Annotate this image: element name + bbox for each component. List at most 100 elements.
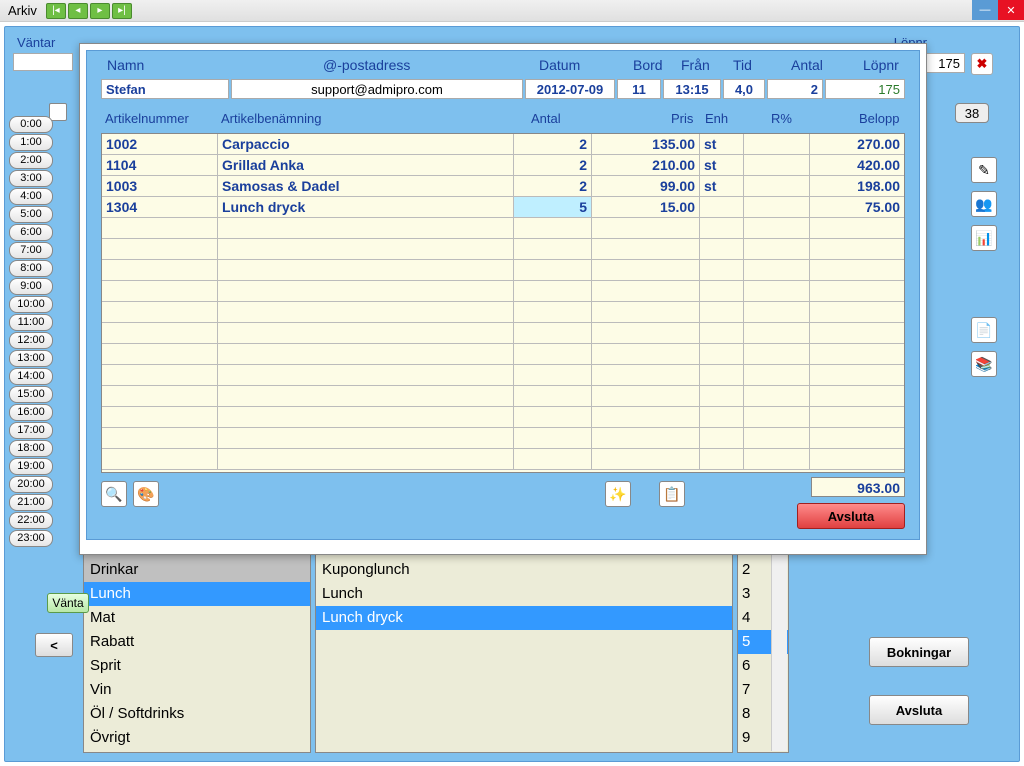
search-icon[interactable]: 🔍 bbox=[101, 481, 127, 507]
cell-enh[interactable] bbox=[700, 365, 744, 385]
cell-belopp[interactable] bbox=[810, 323, 904, 343]
time-button[interactable]: 6:00 bbox=[9, 224, 53, 241]
cell-enh[interactable] bbox=[700, 344, 744, 364]
cell-pris[interactable]: 135.00 bbox=[592, 134, 700, 154]
cell-r[interactable] bbox=[744, 134, 810, 154]
table-row[interactable] bbox=[102, 260, 904, 281]
cell-name[interactable] bbox=[218, 344, 514, 364]
table-row[interactable]: 1304Lunch dryck515.0075.00 bbox=[102, 197, 904, 218]
val-lopnr[interactable]: 175 bbox=[825, 79, 905, 99]
cell-enh[interactable] bbox=[700, 386, 744, 406]
list-item[interactable]: Lunch bbox=[316, 582, 732, 606]
table-row[interactable]: 1104Grillad Anka2210.00st420.00 bbox=[102, 155, 904, 176]
cell-belopp[interactable]: 75.00 bbox=[810, 197, 904, 217]
people-icon[interactable]: 👥 bbox=[971, 191, 997, 217]
cell-enh[interactable] bbox=[700, 302, 744, 322]
cell-belopp[interactable]: 198.00 bbox=[810, 176, 904, 196]
cell-belopp[interactable]: 270.00 bbox=[810, 134, 904, 154]
val-epost[interactable]: support@admipro.com bbox=[231, 79, 523, 99]
cell-r[interactable] bbox=[744, 155, 810, 175]
list-item[interactable]: Övrigt bbox=[84, 726, 310, 750]
cell-r[interactable] bbox=[744, 197, 810, 217]
cell-art[interactable] bbox=[102, 260, 218, 280]
table-row[interactable] bbox=[102, 407, 904, 428]
time-button[interactable]: 1:00 bbox=[9, 134, 53, 151]
cell-belopp[interactable] bbox=[810, 344, 904, 364]
time-button[interactable]: 4:00 bbox=[9, 188, 53, 205]
table-row[interactable]: 1002Carpaccio2135.00st270.00 bbox=[102, 134, 904, 155]
list-item[interactable]: Lunch dryck bbox=[316, 606, 732, 630]
list-item[interactable]: Kuponglunch bbox=[316, 558, 732, 582]
cell-pris[interactable]: 210.00 bbox=[592, 155, 700, 175]
scrollbar[interactable] bbox=[771, 535, 787, 751]
avsluta-bottom-button[interactable]: Avsluta bbox=[869, 695, 969, 725]
cell-art[interactable]: 1003 bbox=[102, 176, 218, 196]
cell-name[interactable] bbox=[218, 218, 514, 238]
cell-pris[interactable] bbox=[592, 386, 700, 406]
cell-antal[interactable] bbox=[514, 239, 592, 259]
layers-icon[interactable]: 📚 bbox=[971, 351, 997, 377]
nav-first-icon[interactable]: |◂ bbox=[46, 3, 66, 19]
cell-r[interactable] bbox=[744, 260, 810, 280]
table-row[interactable] bbox=[102, 218, 904, 239]
table-row[interactable] bbox=[102, 344, 904, 365]
arkiv-menu[interactable]: Arkiv bbox=[0, 1, 45, 20]
order-grid[interactable]: 1002Carpaccio2135.00st270.001104Grillad … bbox=[101, 133, 905, 473]
cell-r[interactable] bbox=[744, 239, 810, 259]
val-namn[interactable]: Stefan bbox=[101, 79, 229, 99]
cell-enh[interactable] bbox=[700, 407, 744, 427]
category-list[interactable]: Dessert / KaffeDrinkarLunchMatRabattSpri… bbox=[83, 533, 311, 753]
val-bord[interactable]: 11 bbox=[617, 79, 661, 99]
vanta-button[interactable]: Vänta bbox=[47, 593, 89, 613]
nav-next-icon[interactable]: ▸ bbox=[90, 3, 110, 19]
cell-r[interactable] bbox=[744, 344, 810, 364]
time-button[interactable]: 8:00 bbox=[9, 260, 53, 277]
cell-art[interactable]: 1304 bbox=[102, 197, 218, 217]
cell-pris[interactable] bbox=[592, 344, 700, 364]
time-button[interactable]: 22:00 bbox=[9, 512, 53, 529]
time-button[interactable]: 7:00 bbox=[9, 242, 53, 259]
cell-name[interactable] bbox=[218, 323, 514, 343]
cell-r[interactable] bbox=[744, 407, 810, 427]
cell-antal[interactable] bbox=[514, 365, 592, 385]
cell-belopp[interactable] bbox=[810, 365, 904, 385]
val-tid[interactable]: 4,0 bbox=[723, 79, 765, 99]
cell-antal[interactable] bbox=[514, 449, 592, 469]
cell-pris[interactable] bbox=[592, 365, 700, 385]
list-item[interactable]: Vin bbox=[84, 678, 310, 702]
cell-pris[interactable] bbox=[592, 449, 700, 469]
cell-enh[interactable]: st bbox=[700, 155, 744, 175]
cell-antal[interactable] bbox=[514, 386, 592, 406]
cell-name[interactable] bbox=[218, 365, 514, 385]
cell-antal[interactable]: 2 bbox=[514, 176, 592, 196]
cell-pris[interactable] bbox=[592, 407, 700, 427]
time-button[interactable]: 18:00 bbox=[9, 440, 53, 457]
list-item[interactable]: Lunch bbox=[84, 582, 310, 606]
time-button[interactable]: 19:00 bbox=[9, 458, 53, 475]
cell-name[interactable]: Carpaccio bbox=[218, 134, 514, 154]
cell-enh[interactable]: st bbox=[700, 176, 744, 196]
cell-r[interactable] bbox=[744, 218, 810, 238]
time-button[interactable]: 12:00 bbox=[9, 332, 53, 349]
cell-name[interactable] bbox=[218, 281, 514, 301]
minimize-button[interactable]: — bbox=[972, 0, 998, 20]
cell-belopp[interactable] bbox=[810, 239, 904, 259]
wand-icon[interactable]: ✨ bbox=[605, 481, 631, 507]
cell-r[interactable] bbox=[744, 386, 810, 406]
vantar-input[interactable] bbox=[13, 53, 73, 71]
cell-pris[interactable] bbox=[592, 218, 700, 238]
table-row[interactable] bbox=[102, 239, 904, 260]
time-button[interactable]: 16:00 bbox=[9, 404, 53, 421]
time-button[interactable]: 23:00 bbox=[9, 530, 53, 547]
cell-name[interactable] bbox=[218, 302, 514, 322]
time-button[interactable]: 21:00 bbox=[9, 494, 53, 511]
time-button[interactable]: 3:00 bbox=[9, 170, 53, 187]
cell-name[interactable] bbox=[218, 407, 514, 427]
val-antal[interactable]: 2 bbox=[767, 79, 823, 99]
palette-icon[interactable]: 🎨 bbox=[133, 481, 159, 507]
cell-antal[interactable]: 2 bbox=[514, 134, 592, 154]
cell-r[interactable] bbox=[744, 449, 810, 469]
cell-antal[interactable] bbox=[514, 344, 592, 364]
cell-pris[interactable]: 15.00 bbox=[592, 197, 700, 217]
cell-art[interactable] bbox=[102, 344, 218, 364]
